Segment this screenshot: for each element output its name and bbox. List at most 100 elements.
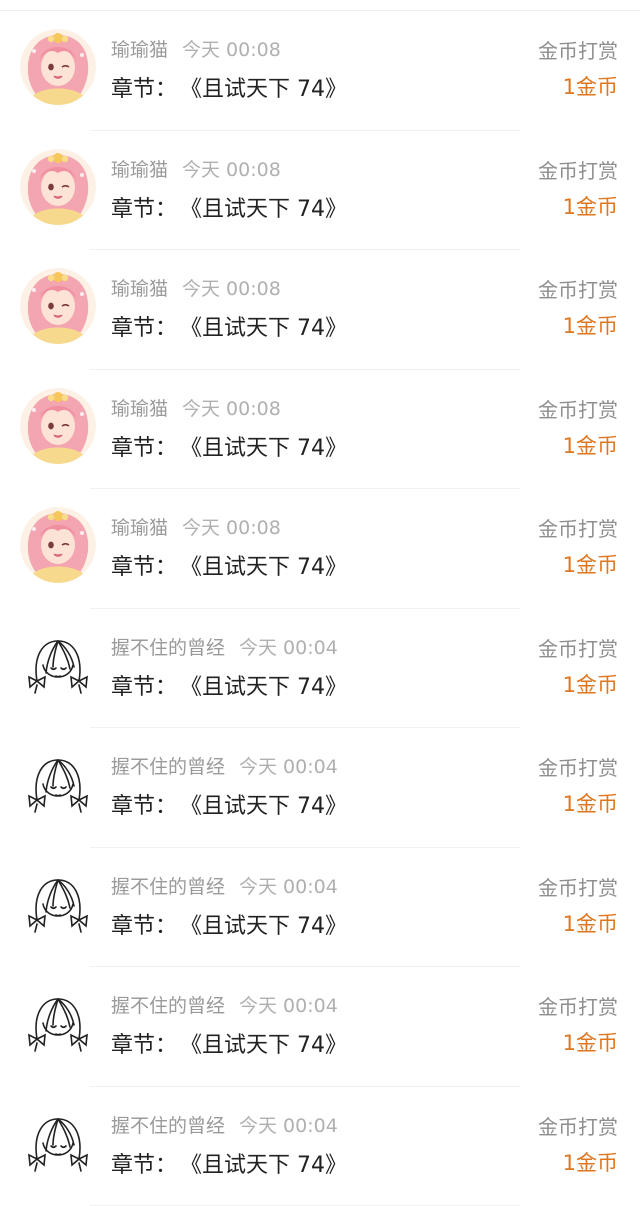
- tip-amount: 1金币: [563, 310, 618, 340]
- chapter-label: 章节：: [111, 675, 177, 700]
- timestamp: 今天 00:04: [239, 995, 338, 1017]
- chapter-line: 章节： 《且试天下 74》: [111, 908, 347, 940]
- chapter-title[interactable]: 《且试天下 74》: [191, 197, 347, 222]
- username[interactable]: 握不住的曾经: [111, 1115, 225, 1137]
- chapter-title[interactable]: 《且试天下 74》: [191, 675, 347, 700]
- tip-record-row[interactable]: 握不住的曾经今天 00:04 章节： 《且试天下 74》 金币打赏 1金币: [0, 609, 640, 729]
- chapter-title[interactable]: 《且试天下 74》: [191, 77, 347, 102]
- timestamp: 今天 00:04: [239, 756, 338, 778]
- tip-type: 金币打赏: [538, 872, 618, 901]
- record-meta: 瑜瑜猫今天 00:08: [111, 155, 281, 182]
- tip-record-row[interactable]: 瑜瑜猫今天 00:08 章节： 《且试天下 74》 金币打赏 1金币: [0, 11, 640, 131]
- username[interactable]: 握不住的曾经: [111, 876, 225, 898]
- chapter-label: 章节：: [111, 1033, 177, 1058]
- tip-type: 金币打赏: [538, 35, 618, 64]
- username[interactable]: 握不住的曾经: [111, 756, 225, 778]
- timestamp: 今天 00:08: [182, 278, 281, 300]
- chapter-title[interactable]: 《且试天下 74》: [191, 794, 347, 819]
- chapter-title[interactable]: 《且试天下 74》: [191, 1033, 347, 1058]
- timestamp: 今天 00:04: [239, 1115, 338, 1137]
- tip-record-row[interactable]: 握不住的曾经今天 00:04 章节： 《且试天下 74》 金币打赏 1金币: [0, 1087, 640, 1206]
- tip-type: 金币打赏: [538, 752, 618, 781]
- top-divider: [0, 0, 640, 11]
- username[interactable]: 握不住的曾经: [111, 637, 225, 659]
- tip-type: 金币打赏: [538, 991, 618, 1020]
- timestamp: 今天 00:04: [239, 876, 338, 898]
- chapter-line: 章节： 《且试天下 74》: [111, 669, 347, 701]
- record-meta: 握不住的曾经今天 00:04: [111, 991, 338, 1018]
- tip-amount: 1金币: [563, 669, 618, 699]
- chapter-label: 章节：: [111, 1153, 177, 1178]
- tip-type: 金币打赏: [538, 274, 618, 303]
- chapter-label: 章节：: [111, 436, 177, 461]
- username[interactable]: 瑜瑜猫: [111, 398, 168, 420]
- chapter-line: 章节： 《且试天下 74》: [111, 430, 347, 462]
- chapter-title[interactable]: 《且试天下 74》: [191, 316, 347, 341]
- record-meta: 瑜瑜猫今天 00:08: [111, 274, 281, 301]
- tip-amount: 1金币: [563, 191, 618, 221]
- tip-amount: 1金币: [563, 788, 618, 818]
- chapter-label: 章节：: [111, 555, 177, 580]
- chapter-line: 章节： 《且试天下 74》: [111, 788, 347, 820]
- anime-girl-avatar[interactable]: [20, 29, 96, 105]
- tip-amount: 1金币: [563, 549, 618, 579]
- timestamp: 今天 00:08: [182, 39, 281, 61]
- timestamp: 今天 00:08: [182, 159, 281, 181]
- timestamp: 今天 00:08: [182, 398, 281, 420]
- username[interactable]: 瑜瑜猫: [111, 39, 168, 61]
- chapter-label: 章节：: [111, 316, 177, 341]
- record-meta: 握不住的曾经今天 00:04: [111, 1111, 338, 1138]
- tip-record-row[interactable]: 握不住的曾经今天 00:04 章节： 《且试天下 74》 金币打赏 1金币: [0, 848, 640, 968]
- record-meta: 握不住的曾经今天 00:04: [111, 872, 338, 899]
- chapter-label: 章节：: [111, 77, 177, 102]
- tip-record-row[interactable]: 瑜瑜猫今天 00:08 章节： 《且试天下 74》 金币打赏 1金币: [0, 489, 640, 609]
- chapter-title[interactable]: 《且试天下 74》: [191, 1153, 347, 1178]
- tip-record-list: 瑜瑜猫今天 00:08 章节：《且试天下 74》 金币打赏 1金币 瑜瑜猫今天 …: [0, 11, 640, 1206]
- chapter-label: 章节：: [111, 197, 177, 222]
- tip-amount: 1金币: [563, 908, 618, 938]
- tip-type: 金币打赏: [538, 633, 618, 662]
- chapter-line: 章节： 《且试天下 74》: [111, 1147, 347, 1179]
- chapter-line: 章节： 《且试天下 74》: [111, 71, 347, 103]
- username[interactable]: 瑜瑜猫: [111, 278, 168, 300]
- anime-girl-avatar[interactable]: [20, 268, 96, 344]
- chapter-title[interactable]: 《且试天下 74》: [191, 914, 347, 939]
- tip-type: 金币打赏: [538, 394, 618, 423]
- anime-girl-avatar[interactable]: [20, 507, 96, 583]
- anime-girl-avatar[interactable]: [20, 149, 96, 225]
- record-meta: 瑜瑜猫今天 00:08: [111, 513, 281, 540]
- tip-amount: 1金币: [563, 1027, 618, 1057]
- chapter-title[interactable]: 《且试天下 74》: [191, 436, 347, 461]
- timestamp: 今天 00:04: [239, 637, 338, 659]
- username[interactable]: 瑜瑜猫: [111, 517, 168, 539]
- record-meta: 瑜瑜猫今天 00:08: [111, 394, 281, 421]
- line-drawing-girl-avatar[interactable]: [20, 1105, 96, 1181]
- chapter-label: 章节：: [111, 914, 177, 939]
- tip-type: 金币打赏: [538, 1111, 618, 1140]
- chapter-line: 章节： 《且试天下 74》: [111, 191, 347, 223]
- line-drawing-girl-avatar[interactable]: [20, 746, 96, 822]
- tip-record-row[interactable]: 瑜瑜猫今天 00:08 章节： 《且试天下 74》 金币打赏 1金币: [0, 370, 640, 490]
- chapter-label: 章节：: [111, 794, 177, 819]
- line-drawing-girl-avatar[interactable]: [20, 866, 96, 942]
- tip-amount: 1金币: [563, 1147, 618, 1177]
- tip-amount: 1金币: [563, 430, 618, 460]
- tip-record-row[interactable]: 握不住的曾经今天 00:04 章节： 《且试天下 74》 金币打赏 1金币: [0, 728, 640, 848]
- line-drawing-girl-avatar[interactable]: [20, 985, 96, 1061]
- chapter-line: 章节： 《且试天下 74》: [111, 1027, 347, 1059]
- tip-type: 金币打赏: [538, 513, 618, 542]
- chapter-title[interactable]: 《且试天下 74》: [191, 555, 347, 580]
- chapter-line: 章节： 《且试天下 74》: [111, 310, 347, 342]
- tip-record-row[interactable]: 瑜瑜猫今天 00:08 章节： 《且试天下 74》 金币打赏 1金币: [0, 131, 640, 251]
- username[interactable]: 瑜瑜猫: [111, 159, 168, 181]
- tip-record-row[interactable]: 瑜瑜猫今天 00:08 章节： 《且试天下 74》 金币打赏 1金币: [0, 250, 640, 370]
- line-drawing-girl-avatar[interactable]: [20, 627, 96, 703]
- record-meta: 握不住的曾经今天 00:04: [111, 752, 338, 779]
- record-meta: 握不住的曾经今天 00:04: [111, 633, 338, 660]
- anime-girl-avatar[interactable]: [20, 388, 96, 464]
- tip-amount: 1金币: [563, 71, 618, 101]
- chapter-line: 章节： 《且试天下 74》: [111, 549, 347, 581]
- username[interactable]: 握不住的曾经: [111, 995, 225, 1017]
- tip-type: 金币打赏: [538, 155, 618, 184]
- tip-record-row[interactable]: 握不住的曾经今天 00:04 章节： 《且试天下 74》 金币打赏 1金币: [0, 967, 640, 1087]
